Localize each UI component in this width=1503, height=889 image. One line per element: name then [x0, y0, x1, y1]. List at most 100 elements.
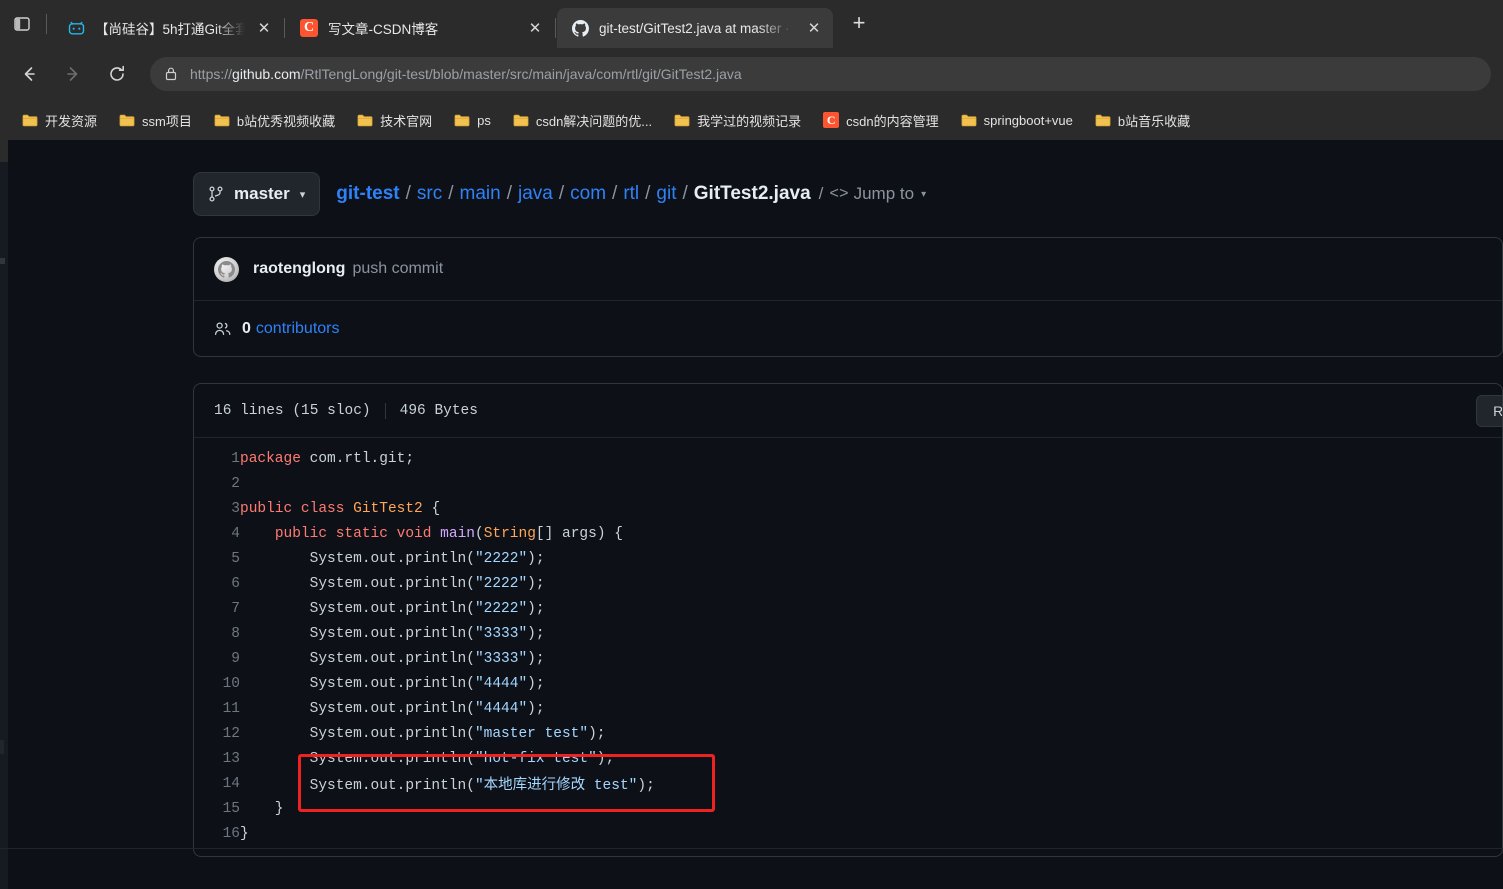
bookmark-label: csdn解决问题的优...	[535, 113, 653, 129]
line-content: System.out.println("3333");	[240, 621, 1502, 646]
folder-icon	[961, 112, 977, 128]
line-number[interactable]: 10	[194, 671, 240, 696]
folder-icon	[214, 112, 230, 128]
lock-icon	[164, 66, 178, 82]
breadcrumb-file: GitTest2.java	[693, 183, 811, 204]
line-number[interactable]: 13	[194, 746, 240, 771]
close-icon[interactable]: ✕	[251, 15, 277, 41]
line-number[interactable]: 2	[194, 471, 240, 496]
bookmark-item[interactable]: b站音乐收藏	[1087, 106, 1198, 134]
line-content: }	[240, 796, 1502, 821]
code-token: System.out.println(	[240, 778, 475, 794]
back-arrow-icon[interactable]	[12, 57, 46, 91]
line-number[interactable]: 7	[194, 596, 240, 621]
bookmark-label: springboot+vue	[983, 112, 1073, 128]
contributors-row[interactable]: 0 contributors	[194, 300, 1502, 356]
breadcrumb-dir-git[interactable]: git	[656, 183, 676, 205]
code-table: 1 package com.rtl.git; 2 3 public class Git…	[194, 446, 1502, 846]
breadcrumb-dir-com[interactable]: com	[570, 183, 606, 205]
code-token: System.out.println(	[240, 600, 475, 617]
line-number[interactable]: 5	[194, 546, 240, 571]
reload-icon[interactable]	[100, 57, 134, 91]
code-token: "hot-fix test"	[474, 750, 597, 767]
browser-tab-2[interactable]: C 写文章-CSDN博客 ✕	[286, 8, 554, 48]
code-token: main	[440, 525, 475, 542]
line-number[interactable]: 11	[194, 696, 240, 721]
code-token: );	[527, 600, 545, 617]
new-tab-button[interactable]: +	[841, 5, 877, 41]
tab-title: 【尚硅谷】5h打通Git全套教程ID	[95, 22, 245, 37]
line-number[interactable]: 15	[194, 796, 240, 821]
breadcrumb-repo[interactable]: git-test	[336, 183, 399, 205]
line-content: System.out.println("本地库进行修改 test");	[240, 771, 1502, 796]
code-line: 5 System.out.println("2222");	[194, 546, 1502, 571]
file-navigation: master ▾ git-test / src / main / java / com / rtl /…	[193, 169, 1503, 219]
code-token: "3333"	[474, 650, 528, 667]
bookmark-label: 开发资源	[45, 113, 98, 129]
address-bar[interactable]: https://github.com/RtlTengLong/git-test/…	[150, 57, 1491, 91]
commit-box: raotenglong push commit Latest commit 03…	[193, 237, 1503, 357]
forward-arrow-icon[interactable]	[56, 57, 90, 91]
line-number[interactable]: 14	[194, 771, 240, 796]
breadcrumb-dir-java[interactable]: java	[518, 183, 553, 205]
close-icon[interactable]: ✕	[801, 15, 827, 41]
line-number[interactable]: 12	[194, 721, 240, 746]
code-token: [] args) {	[535, 525, 623, 542]
code-line: 3 public class GitTest2 {	[194, 496, 1502, 521]
bookmark-item[interactable]: 开发资源	[14, 106, 105, 134]
folder-icon	[22, 112, 38, 128]
code-token: }	[240, 800, 284, 817]
code-line: 7 System.out.println("2222");	[194, 596, 1502, 621]
code-token: );	[527, 650, 545, 667]
breadcrumb-dir-main[interactable]: main	[460, 183, 501, 205]
code-token: "本地库进行修改 test"	[474, 778, 638, 794]
close-icon[interactable]: ✕	[522, 15, 548, 41]
bookmark-item[interactable]: ps	[446, 106, 499, 134]
bookmark-label: b站优秀视频收藏	[236, 113, 336, 129]
code-token: );	[527, 675, 545, 692]
line-number[interactable]: 1	[194, 446, 240, 471]
commit-message[interactable]: push commit	[352, 260, 443, 278]
bookmark-item[interactable]: 我学过的视频记录	[666, 106, 809, 134]
code-token: "2222"	[474, 550, 528, 567]
left-rail	[0, 140, 8, 889]
file-size: 496 Bytes	[399, 402, 478, 419]
bookmark-item[interactable]: b站优秀视频收藏	[206, 106, 343, 134]
breadcrumb: git-test / src / main / java / com / rtl / git / GitTe…	[336, 183, 810, 205]
bookmark-label: 我学过的视频记录	[697, 113, 802, 129]
commit-author[interactable]: raotenglong	[253, 260, 345, 278]
url-scheme: https://	[190, 66, 233, 82]
line-number[interactable]: 9	[194, 646, 240, 671]
bookmark-item[interactable]: csdn解决问题的优...	[505, 106, 660, 134]
line-number[interactable]: 16	[194, 821, 240, 846]
split-screen-icon[interactable]	[0, 0, 44, 48]
bookmark-label: ps	[477, 112, 491, 128]
breadcrumb-dir-src[interactable]: src	[417, 183, 442, 205]
bookmark-item[interactable]: Ccsdn的内容管理	[815, 106, 946, 134]
browser-tab-1[interactable]: 【尚硅谷】5h打通Git全套教程ID ✕	[53, 8, 283, 48]
browser-tab-3[interactable]: git-test/GitTest2.java at master · ✕	[557, 8, 833, 48]
code-line: 11 System.out.println("4444");	[194, 696, 1502, 721]
github-page: master ▾ git-test / src / main / java / com / rtl /…	[0, 140, 1503, 889]
tab-strip-divider	[46, 14, 47, 34]
line-number[interactable]: 6	[194, 571, 240, 596]
line-number[interactable]: 4	[194, 521, 240, 546]
raw-button[interactable]: Raw	[1477, 396, 1502, 426]
csdn-icon: C	[823, 112, 840, 128]
branch-selector-button[interactable]: master ▾	[193, 172, 321, 216]
bookmark-item[interactable]: 技术官网	[349, 106, 440, 134]
jump-to-button[interactable]: / <> Jump to ▾	[813, 184, 926, 204]
bookmark-item[interactable]: ssm项目	[111, 106, 200, 134]
line-number[interactable]: 8	[194, 621, 240, 646]
line-content	[240, 471, 1502, 496]
line-content: System.out.println("2222");	[240, 596, 1502, 621]
avatar[interactable]	[214, 256, 239, 282]
line-number[interactable]: 3	[194, 496, 240, 521]
breadcrumb-separator: /	[558, 183, 565, 204]
code-token: System.out.println(	[240, 650, 475, 667]
bookmark-item[interactable]: springboot+vue	[953, 106, 1081, 134]
code-token: GitTest2	[353, 500, 423, 517]
breadcrumb-dir-rtl[interactable]: rtl	[623, 183, 639, 205]
code-token: (	[474, 525, 484, 542]
